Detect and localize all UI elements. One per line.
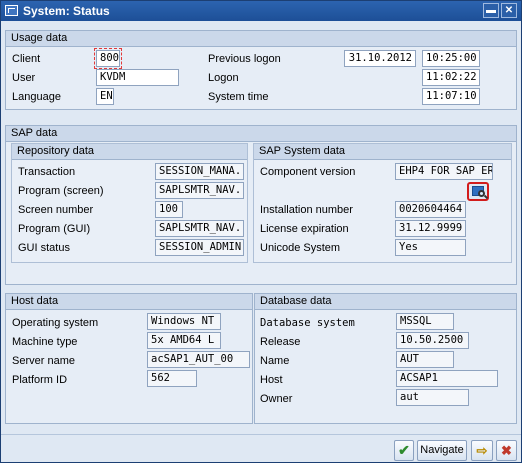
- previous-logon-date[interactable]: 31.10.2012: [344, 50, 416, 67]
- platform-id-field[interactable]: 562: [147, 370, 197, 387]
- logon-time[interactable]: 11:02:22: [422, 69, 480, 86]
- program-screen-field[interactable]: SAPLSMTR_NAV...: [155, 182, 244, 199]
- component-version-label: Component version: [260, 166, 356, 178]
- machine-type-label: Machine type: [12, 336, 78, 348]
- release-field[interactable]: 10.50.2500: [396, 332, 469, 349]
- system-time[interactable]: 11:07:10: [422, 88, 480, 105]
- screen-number-field[interactable]: 100: [155, 201, 183, 218]
- user-label: User: [12, 72, 36, 84]
- checkmark-icon: ✔: [398, 442, 410, 458]
- server-name-field[interactable]: acSAP1_AUT_00: [147, 351, 250, 368]
- program-screen-label: Program (screen): [18, 185, 104, 197]
- previous-logon-label: Previous logon: [208, 53, 281, 65]
- program-gui-field[interactable]: SAPLSMTR_NAV...: [155, 220, 244, 237]
- logon-label: Logon: [208, 72, 239, 84]
- license-expiration-label: License expiration: [260, 223, 349, 235]
- database-name-label: Name: [260, 355, 290, 367]
- operating-system-label: Operating system: [12, 317, 99, 329]
- unicode-system-label: Unicode System: [260, 242, 341, 254]
- license-expiration-field[interactable]: 31.12.9999: [395, 220, 466, 237]
- component-version-field[interactable]: EHP4 FOR SAP ER...: [395, 163, 493, 180]
- technical-info-icon[interactable]: [467, 182, 489, 201]
- database-system-field[interactable]: MSSQL: [396, 313, 454, 330]
- owner-label: Owner: [260, 393, 293, 405]
- operating-system-field[interactable]: Windows NT: [147, 313, 221, 330]
- system-time-label: System time: [208, 91, 269, 103]
- cancel-button[interactable]: ✖: [496, 440, 517, 461]
- repository-data-header: Repository data: [12, 144, 247, 160]
- release-label: Release: [260, 336, 301, 348]
- unicode-system-field[interactable]: Yes: [395, 239, 466, 256]
- host-data-header: Host data: [6, 294, 252, 310]
- usage-data-header: Usage data: [6, 31, 516, 47]
- export-icon: ⇨: [476, 443, 488, 458]
- title-bar[interactable]: System: Status ▬ ✕: [1, 1, 521, 21]
- installation-number-field[interactable]: 0020604464: [395, 201, 466, 218]
- screen-number-label: Screen number: [18, 204, 94, 216]
- database-host-label: Host: [260, 374, 283, 386]
- server-name-label: Server name: [12, 355, 75, 367]
- machine-type-field[interactable]: 5x AMD64 L: [147, 332, 221, 349]
- database-name-field[interactable]: AUT: [396, 351, 454, 368]
- continue-button[interactable]: ✔: [394, 440, 414, 461]
- database-system-label: Database system: [260, 317, 355, 329]
- button-bar: ✔ Navigate ⇨ ✖: [1, 434, 521, 462]
- minimize-icon[interactable]: ▬: [483, 3, 499, 18]
- database-host-field[interactable]: ACSAP1: [396, 370, 498, 387]
- database-data-header: Database data: [255, 294, 516, 310]
- user-field[interactable]: KVDM: [96, 69, 179, 86]
- previous-logon-time[interactable]: 10:25:00: [422, 50, 480, 67]
- owner-field[interactable]: aut: [396, 389, 469, 406]
- language-label: Language: [12, 91, 61, 103]
- navigate-button[interactable]: Navigate: [417, 440, 467, 461]
- window-title: System: Status: [23, 4, 110, 18]
- close-icon[interactable]: ✕: [501, 3, 517, 18]
- sap-data-header: SAP data: [6, 126, 516, 142]
- cancel-icon: ✖: [501, 443, 512, 458]
- gui-status-label: GUI status: [18, 242, 70, 254]
- export-button[interactable]: ⇨: [471, 440, 493, 461]
- gui-status-field[interactable]: SESSION_ADMIN: [155, 239, 244, 256]
- transaction-label: Transaction: [18, 166, 76, 178]
- client-field[interactable]: 800: [94, 48, 122, 69]
- client-label: Client: [12, 53, 41, 65]
- sap-system-data-header: SAP System data: [254, 144, 511, 160]
- transaction-field[interactable]: SESSION_MANA...: [155, 163, 244, 180]
- language-field[interactable]: EN: [96, 88, 114, 105]
- program-gui-label: Program (GUI): [18, 223, 91, 235]
- status-dialog: System: Status ▬ ✕ Usage data Client 800…: [0, 0, 522, 463]
- installation-number-label: Installation number: [260, 204, 353, 216]
- platform-id-label: Platform ID: [12, 374, 68, 386]
- window-menu-icon[interactable]: [5, 5, 18, 16]
- database-data-group: Database data: [254, 293, 517, 424]
